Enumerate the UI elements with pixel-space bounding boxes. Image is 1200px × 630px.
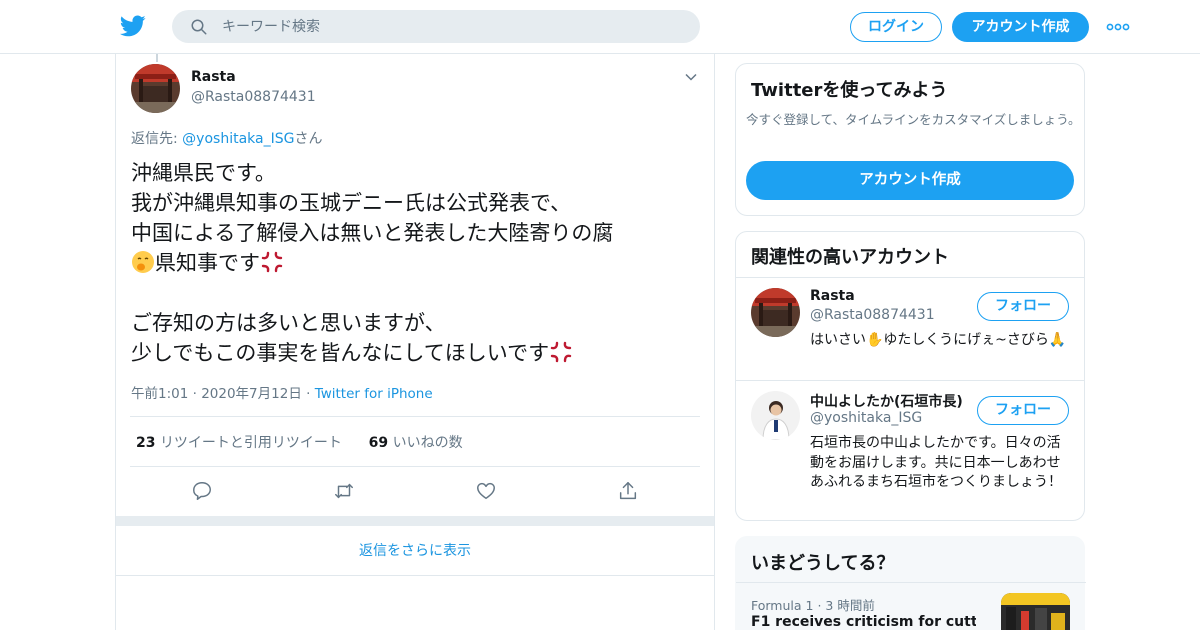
trend-time: 3 時間前 xyxy=(825,598,875,613)
avatar[interactable] xyxy=(131,64,180,113)
chevron-down-icon[interactable] xyxy=(684,70,698,84)
signup-card-description: 今すぐ登録して、タイムラインをカスタマイズしましょう。 xyxy=(746,112,1081,127)
reply-icon[interactable] xyxy=(191,480,213,502)
like-label: いいねの数 xyxy=(392,435,463,451)
signup-card-button[interactable]: アカウント作成 xyxy=(746,161,1074,200)
like-count: 69 xyxy=(368,435,389,451)
reply-suffix: さん xyxy=(294,131,323,147)
divider xyxy=(130,466,700,467)
tweet-text: 沖縄県民です。 我が沖縄県知事の玉城デニー氏は公式発表で、 中国による了解侵入は… xyxy=(131,158,701,368)
tweet-detail: Rasta @Rasta08874431 返信先: @yoshitaka_ISG… xyxy=(115,54,715,630)
account-handle[interactable]: @Rasta08874431 xyxy=(810,307,935,323)
retweet-count: 23 xyxy=(136,435,156,451)
related-accounts-title: 関連性の高いアカウント xyxy=(751,247,949,268)
more-options-icon[interactable] xyxy=(1106,20,1130,34)
trends-card: いまどうしてる？ Formula 1 · 3 時間前 F1 receives c… xyxy=(735,536,1086,630)
retweet-label: リツイートと引用リツイート xyxy=(159,435,342,451)
account-bio: はいさい✋ゆたしくうにげぇ~さびら🙏 xyxy=(810,332,1067,348)
trend-category: Formula 1 xyxy=(751,598,814,613)
search-icon xyxy=(191,19,207,35)
tweet-line: 少しでもこの事実を皆んなにしてほしいです xyxy=(131,341,550,365)
divider xyxy=(736,277,1084,278)
tweet-metadata: 午前1:01 · 2020年7月12日 · Twitter for iPhone xyxy=(131,386,433,402)
tweet-date[interactable]: 2020年7月12日 xyxy=(201,386,302,402)
search-input[interactable] xyxy=(222,10,682,43)
tweet-time[interactable]: 午前1:01 xyxy=(131,386,188,402)
login-button[interactable]: ログイン xyxy=(850,12,942,42)
divider xyxy=(736,582,1086,583)
avatar[interactable] xyxy=(751,391,800,440)
follow-button[interactable]: フォロー xyxy=(977,292,1069,321)
reply-context: 返信先: @yoshitaka_ISGさん xyxy=(131,128,322,148)
signup-card: Twitterを使ってみよう 今すぐ登録して、タイムラインをカスタマイズしましょ… xyxy=(735,63,1085,216)
trend-meta: Formula 1 · 3 時間前 xyxy=(751,598,875,613)
tweet-line: 中国による了解侵入は無いと発表した大陸寄りの腐 xyxy=(131,221,614,245)
retweet-icon[interactable] xyxy=(333,480,355,502)
tweet-stats: 23 リツイートと引用リツイート 69 いいねの数 xyxy=(136,432,463,452)
account-name[interactable]: 中山よしたか(石垣市長) xyxy=(810,391,970,411)
anger-symbol-icon xyxy=(550,341,572,363)
like-stat[interactable]: 69 いいねの数 xyxy=(369,435,463,451)
tweet-source-link[interactable]: Twitter for iPhone xyxy=(315,386,433,402)
signup-card-title: Twitterを使ってみよう xyxy=(751,80,948,101)
reply-prefix: 返信先: xyxy=(131,131,183,147)
anger-symbol-icon xyxy=(261,251,283,273)
show-more-replies-button[interactable]: 返信をさらに表示 xyxy=(116,526,714,576)
account-bio: 石垣市長の中山よしたかです。日々の活動をお届けします。共に日本一しあわせあふれる… xyxy=(810,435,1062,490)
share-icon[interactable] xyxy=(617,480,639,502)
account-name[interactable]: Rasta xyxy=(810,288,970,304)
retweet-stat[interactable]: 23 リツイートと引用リツイート xyxy=(136,435,342,451)
search-bar[interactable] xyxy=(172,10,700,43)
avatar-image xyxy=(751,391,800,440)
signup-button[interactable]: アカウント作成 xyxy=(952,12,1089,42)
tweet-line: 県知事です xyxy=(155,251,260,275)
like-icon[interactable] xyxy=(475,480,497,502)
section-divider xyxy=(116,516,714,526)
related-accounts-card: 関連性の高いアカウント Rasta @Rasta08874431 フォロー はい… xyxy=(735,231,1085,521)
shushing-face-emoji-icon xyxy=(132,251,154,273)
account-handle[interactable]: @yoshitaka_ISG xyxy=(810,410,922,426)
avatar-image xyxy=(131,64,180,113)
twitter-logo-icon[interactable] xyxy=(120,13,146,39)
author-handle[interactable]: @Rasta08874431 xyxy=(191,89,316,105)
trend-thumbnail[interactable] xyxy=(1001,593,1070,630)
trend-thumbnail-image xyxy=(1001,593,1070,630)
avatar[interactable] xyxy=(751,288,800,337)
divider xyxy=(736,380,1084,381)
divider xyxy=(130,416,700,417)
reply-to-link[interactable]: @yoshitaka_ISG xyxy=(182,131,294,147)
author-name[interactable]: Rasta xyxy=(191,69,236,85)
thread-connector xyxy=(156,54,158,62)
trends-title: いまどうしてる？ xyxy=(751,553,895,574)
tweet-line: 我が沖縄県知事の玉城デニー氏は公式発表で、 xyxy=(131,191,572,215)
tweet-line: ご存知の方は多いと思いますが、 xyxy=(131,311,446,335)
follow-button[interactable]: フォロー xyxy=(977,396,1069,425)
avatar-image xyxy=(751,288,800,337)
top-navigation-bar: ログイン アカウント作成 xyxy=(0,0,1200,54)
tweet-line: 沖縄県民です。 xyxy=(131,161,276,185)
trend-headline[interactable]: F1 receives criticism for cutting xyxy=(751,614,976,630)
